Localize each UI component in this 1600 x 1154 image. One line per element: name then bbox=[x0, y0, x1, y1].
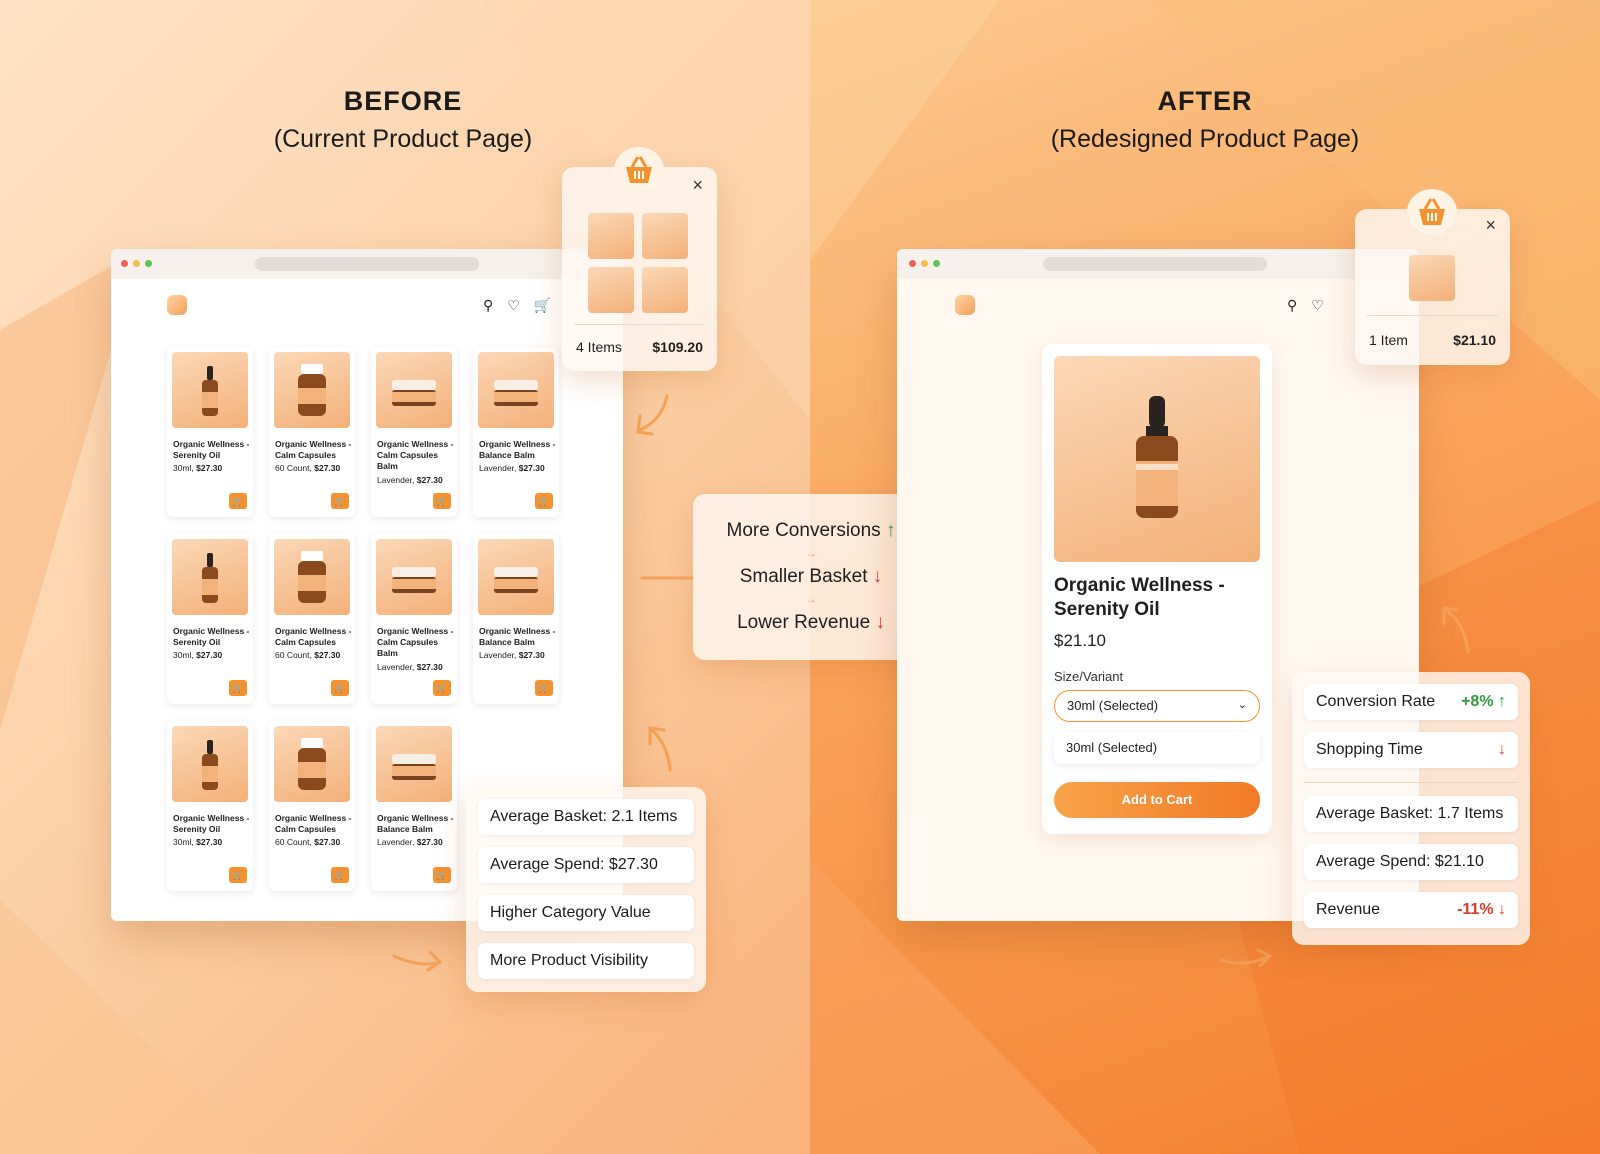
product-price: $21.10 bbox=[1054, 631, 1106, 650]
variant-label: Size/Variant bbox=[1054, 669, 1124, 684]
variant-selected-value: 30ml (Selected) bbox=[1067, 698, 1159, 713]
stat-average-basket: Average Basket: 1.7 Items bbox=[1304, 796, 1518, 832]
arrow-icon bbox=[648, 726, 672, 772]
product-image[interactable] bbox=[1054, 356, 1260, 562]
arrow-icon bbox=[1442, 606, 1470, 654]
divider bbox=[1304, 782, 1518, 783]
serenity-oil-bottle-icon bbox=[1136, 396, 1178, 518]
product-title: Organic Wellness - Serenity Oil bbox=[1054, 574, 1225, 622]
close-icon[interactable]: × bbox=[1485, 215, 1496, 236]
variant-select[interactable]: 30ml (Selected) ⌄ bbox=[1054, 690, 1260, 722]
product-title-line: Organic Wellness - bbox=[1054, 575, 1225, 596]
divider bbox=[1367, 315, 1498, 316]
arrow-icon bbox=[636, 394, 669, 436]
stat-revenue: Revenue -11% ↓ bbox=[1304, 892, 1518, 928]
arrow-icon bbox=[1220, 948, 1273, 968]
cart-thumb-dropper bbox=[1409, 255, 1455, 301]
product-detail-card: Organic Wellness - Serenity Oil $21.10 S… bbox=[1042, 344, 1272, 834]
arrow-down-icon: ↓ bbox=[1498, 741, 1506, 758]
after-cart-popup: × 1 Item $21.10 bbox=[1355, 189, 1510, 365]
after-stats-panel: Conversion Rate +8% ↑ Shopping Time ↓ Av… bbox=[1292, 672, 1530, 945]
site-logo[interactable] bbox=[955, 295, 975, 315]
product-title-line: Serenity Oil bbox=[1054, 599, 1160, 620]
close-dot[interactable] bbox=[909, 260, 916, 267]
stat-conversion-rate: Conversion Rate +8% ↑ bbox=[1304, 684, 1518, 720]
variant-option[interactable]: 30ml (Selected) bbox=[1054, 732, 1260, 764]
maximize-dot[interactable] bbox=[933, 260, 940, 267]
minimize-dot[interactable] bbox=[921, 260, 928, 267]
after-window-titlebar bbox=[897, 249, 1419, 279]
stat-shopping-time: Shopping Time ↓ bbox=[1304, 732, 1518, 768]
add-to-cart-button[interactable]: Add to Cart bbox=[1054, 782, 1260, 818]
stat-value-down: -11% ↓ bbox=[1457, 901, 1506, 918]
cart-item-count: 1 Item bbox=[1369, 332, 1408, 348]
stat-label: Conversion Rate bbox=[1316, 693, 1436, 710]
stat-value-up: +8% ↑ bbox=[1461, 693, 1506, 710]
after-nav-icons: ⚲ ♡ bbox=[1287, 297, 1324, 314]
stat-label: Revenue bbox=[1316, 901, 1381, 918]
basket-icon bbox=[1419, 198, 1445, 225]
search-icon[interactable]: ⚲ bbox=[1287, 297, 1297, 314]
heart-icon[interactable]: ♡ bbox=[1311, 297, 1324, 314]
basket-badge bbox=[1407, 189, 1457, 235]
url-bar[interactable] bbox=[1043, 257, 1267, 271]
cart-total: $21.10 bbox=[1453, 332, 1496, 348]
stat-average-spend: Average Spend: $21.10 bbox=[1304, 844, 1518, 880]
chevron-down-icon[interactable]: ⌄ bbox=[1238, 691, 1247, 720]
stat-label: Shopping Time bbox=[1316, 741, 1423, 758]
arrow-icon bbox=[392, 950, 443, 972]
